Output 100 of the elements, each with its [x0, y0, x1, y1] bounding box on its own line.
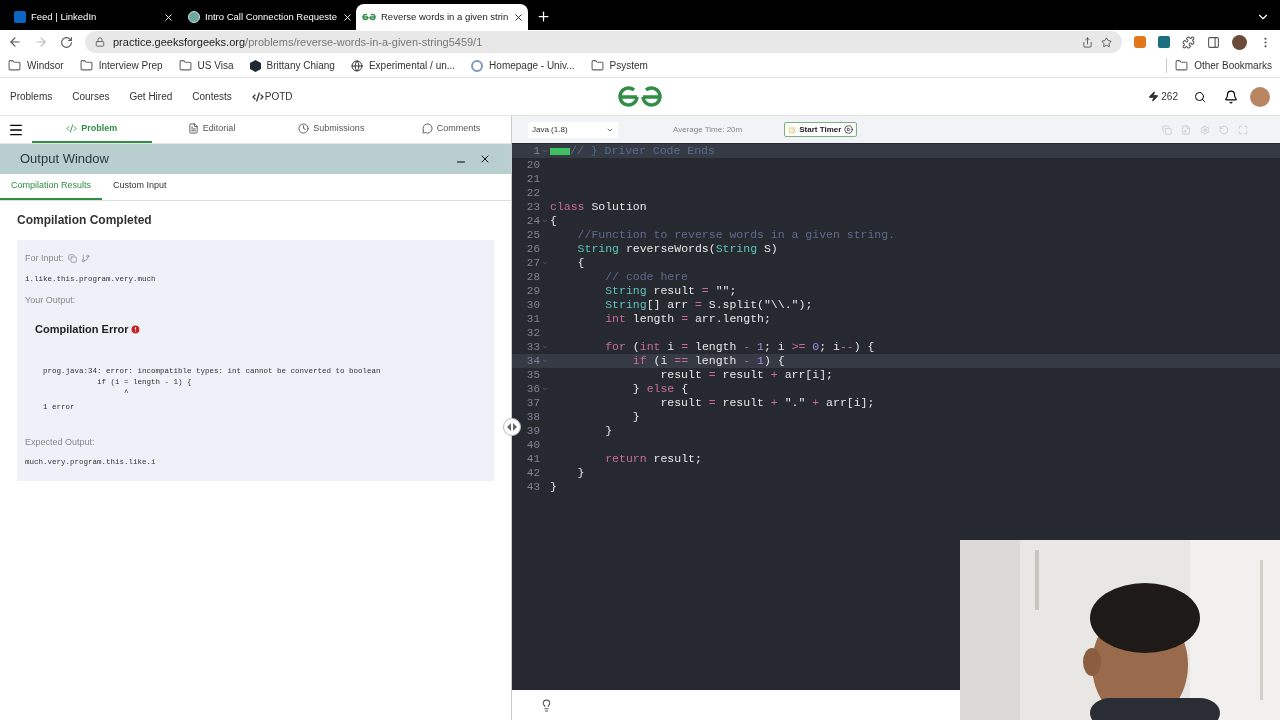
branch-icon[interactable]	[80, 254, 90, 264]
line-number: 35	[525, 367, 540, 383]
line-number: 1	[532, 143, 540, 159]
browser-tab[interactable]: Intro Call Connection Requeste	[182, 4, 354, 30]
resize-handle[interactable]	[503, 418, 521, 436]
code-line: // } Driver Code Ends	[570, 143, 715, 160]
code-line: // code here	[604, 269, 689, 286]
language-select[interactable]: Java (1.8)	[528, 121, 618, 138]
back-icon[interactable]	[8, 35, 22, 49]
code-line: result = result + "." + arr[i];	[659, 395, 875, 412]
code-line: } else {	[631, 381, 689, 398]
browser-tab[interactable]: Reverse words in a given strin	[356, 4, 528, 30]
code-line: }	[550, 479, 557, 496]
app-icon	[14, 11, 26, 23]
code-line: }	[576, 465, 585, 482]
extension-icon[interactable]	[1158, 36, 1170, 48]
search-icon[interactable]	[1194, 90, 1206, 103]
problem-tab[interactable]: Comments	[391, 116, 511, 143]
bookmark[interactable]: US Visa	[178, 58, 234, 73]
line-number: 30	[525, 297, 540, 313]
other-bookmarks[interactable]: Other Bookmarks	[1166, 58, 1272, 73]
bookmark[interactable]: Psystem	[590, 58, 648, 73]
close-icon[interactable]	[479, 153, 491, 165]
bookmark[interactable]: Experimental / un...	[350, 58, 456, 73]
avatar[interactable]	[1232, 34, 1247, 50]
code-line: return result;	[604, 451, 702, 468]
line-number: 24	[525, 213, 540, 229]
window-title: Output Window	[20, 150, 110, 169]
notifications-icon[interactable]	[1224, 89, 1238, 104]
line-number: 39	[525, 423, 540, 439]
folder-icon	[8, 59, 21, 72]
line-number: 28	[525, 269, 540, 285]
line-number: 43	[525, 479, 540, 495]
code-icon	[251, 90, 264, 103]
extensions-icon[interactable]	[1182, 35, 1195, 49]
close-icon[interactable]	[342, 11, 354, 23]
error-title: Compilation Error	[35, 322, 129, 338]
browser-tab[interactable]: Feed | LinkedIn	[8, 4, 180, 30]
problem-tab[interactable]: Submissions	[271, 116, 392, 143]
document-icon	[187, 123, 199, 134]
theme-toggle-icon[interactable]	[540, 698, 553, 712]
code-icon	[66, 123, 78, 134]
nav-link[interactable]: Courses	[72, 89, 110, 104]
bookmark[interactable]: Brittany Chiang	[249, 58, 335, 73]
nav-link[interactable]: POTD	[251, 89, 293, 104]
bookmark[interactable]: Windsor	[8, 58, 64, 73]
new-tab-icon[interactable]	[536, 9, 551, 24]
url-text: practice.geeksforgeeks.org/problems/reverse-words-in-a-given-string5459/1	[113, 34, 484, 50]
lock-icon	[95, 37, 105, 47]
line-number: 33	[525, 339, 540, 355]
line-number: 34	[525, 353, 540, 369]
close-icon[interactable]	[163, 11, 174, 23]
clock-icon	[298, 123, 310, 134]
tab-title: Feed | LinkedIn	[31, 9, 98, 24]
extension-icon[interactable]	[1134, 36, 1146, 48]
site-logo-icon	[362, 13, 376, 21]
share-icon[interactable]	[1082, 36, 1093, 48]
folded-code-marker[interactable]	[550, 147, 570, 155]
wordpress-icon	[471, 59, 484, 72]
line-number: 37	[525, 395, 540, 411]
nav-link[interactable]: Problems	[10, 89, 53, 104]
code-line: String reverseWords(String S)	[576, 241, 778, 258]
folder-icon	[79, 59, 93, 72]
line-number: 26	[525, 241, 540, 257]
site-logo[interactable]	[617, 85, 663, 109]
output-tab[interactable]: Custom Input	[102, 174, 178, 200]
code-line: {	[550, 213, 557, 230]
bookmark[interactable]: Interview Prep	[79, 58, 163, 73]
app-icon	[188, 11, 200, 23]
line-number: 25	[525, 227, 540, 243]
address-bar[interactable]: practice.geeksforgeeks.org/problems/reverse-words-in-a-given-string5459/1	[85, 31, 1122, 53]
nav-link[interactable]: Contests	[192, 89, 232, 104]
line-number: 27	[525, 255, 540, 271]
tab-title: Intro Call Connection Requeste	[205, 9, 338, 24]
reload-icon[interactable]	[60, 35, 73, 49]
line-number: 41	[525, 451, 540, 467]
alarm-clock-icon	[788, 125, 797, 134]
line-number: 31	[525, 311, 540, 327]
play-icon	[844, 125, 854, 134]
line-number: 42	[525, 465, 540, 481]
line-number: 36	[525, 381, 540, 397]
side-panel-icon[interactable]	[1207, 35, 1220, 49]
field-label: Expected Output:	[25, 435, 96, 449]
code-line: int length = arr.length;	[604, 311, 771, 328]
output-tab[interactable]: Compilation Results	[0, 174, 103, 200]
folder-icon	[1175, 59, 1189, 72]
bookmark[interactable]: Homepage - Univ...	[471, 58, 575, 73]
code-line: class Solution	[550, 199, 647, 216]
streak-count: 262	[1148, 89, 1178, 104]
code-line: }	[604, 423, 613, 440]
bookmark-star-icon[interactable]	[1101, 36, 1112, 48]
comment-icon	[421, 123, 433, 134]
folder-icon	[178, 59, 192, 72]
start-timer-button[interactable]: Start Timer	[784, 122, 858, 137]
line-number: 20	[525, 157, 540, 173]
nav-link[interactable]: Get Hired	[129, 89, 173, 104]
problem-tab[interactable]: Editorial	[151, 116, 272, 143]
close-icon[interactable]	[513, 11, 525, 23]
code-line: {	[576, 255, 585, 272]
line-number: 40	[525, 437, 540, 453]
